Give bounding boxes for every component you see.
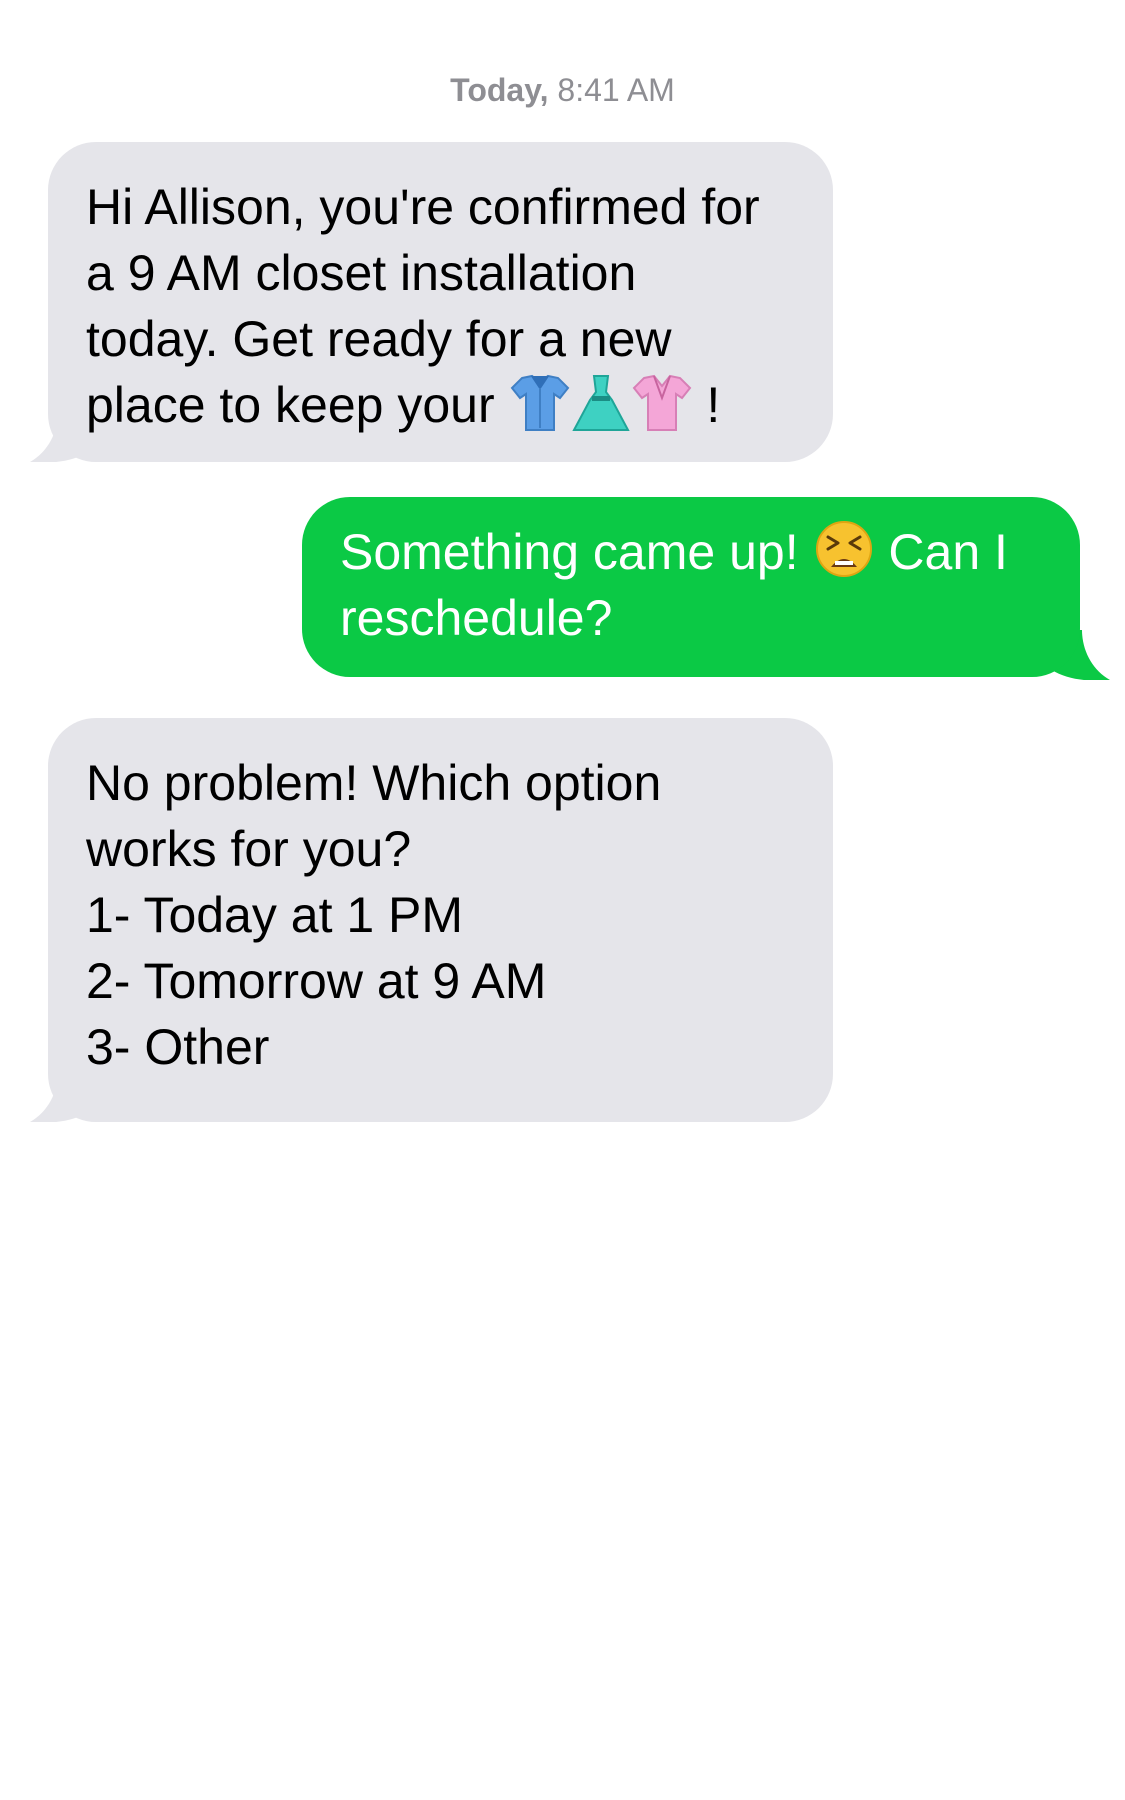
message-3-option-3: 3- Other [86,1019,270,1075]
shirt-emoji-icon [510,374,569,431]
message-2-line-1-before: Something came up! [340,524,799,580]
blouse-emoji-icon [632,374,691,431]
message-1-line-4-container: place to keep your ! [86,372,795,438]
message-bubble-outgoing-1[interactable]: Something came up! Can I reschedule? [302,497,1080,677]
message-3-line-2: works for you? [86,821,412,877]
dress-emoji-icon [571,375,630,431]
message-1-trailing: ! [706,377,721,433]
timestamp-day: Today, [450,72,549,108]
message-bubble-incoming-1[interactable]: Hi Allison, you're confirmed for a 9 AM … [48,142,833,462]
message-3-option-1: 1- Today at 1 PM [86,887,464,943]
thread-timestamp: Today, 8:41 AM [0,72,1125,109]
tired-face-emoji-icon [815,521,872,577]
message-2-line-1-container: Something came up! Can I [340,519,1042,585]
message-3-line-1: No problem! Which option [86,755,662,811]
message-thread: Today, 8:41 AM Hi Allison, you're confir… [0,0,1125,1800]
message-1-line-1: Hi Allison, you're confirmed for [86,179,760,235]
message-1-line-3: today. Get ready for a new [86,311,672,367]
message-2-line-2: reschedule? [340,590,613,646]
message-bubble-incoming-2[interactable]: No problem! Which option works for you? … [48,718,833,1122]
message-1-line-4: place to keep your [86,377,495,433]
timestamp-time: 8:41 AM [557,72,675,108]
message-3-option-2: 2- Tomorrow at 9 AM [86,953,547,1009]
message-1-line-2: a 9 AM closet installation [86,245,637,301]
message-2-line-1-after: Can I [888,524,1008,580]
